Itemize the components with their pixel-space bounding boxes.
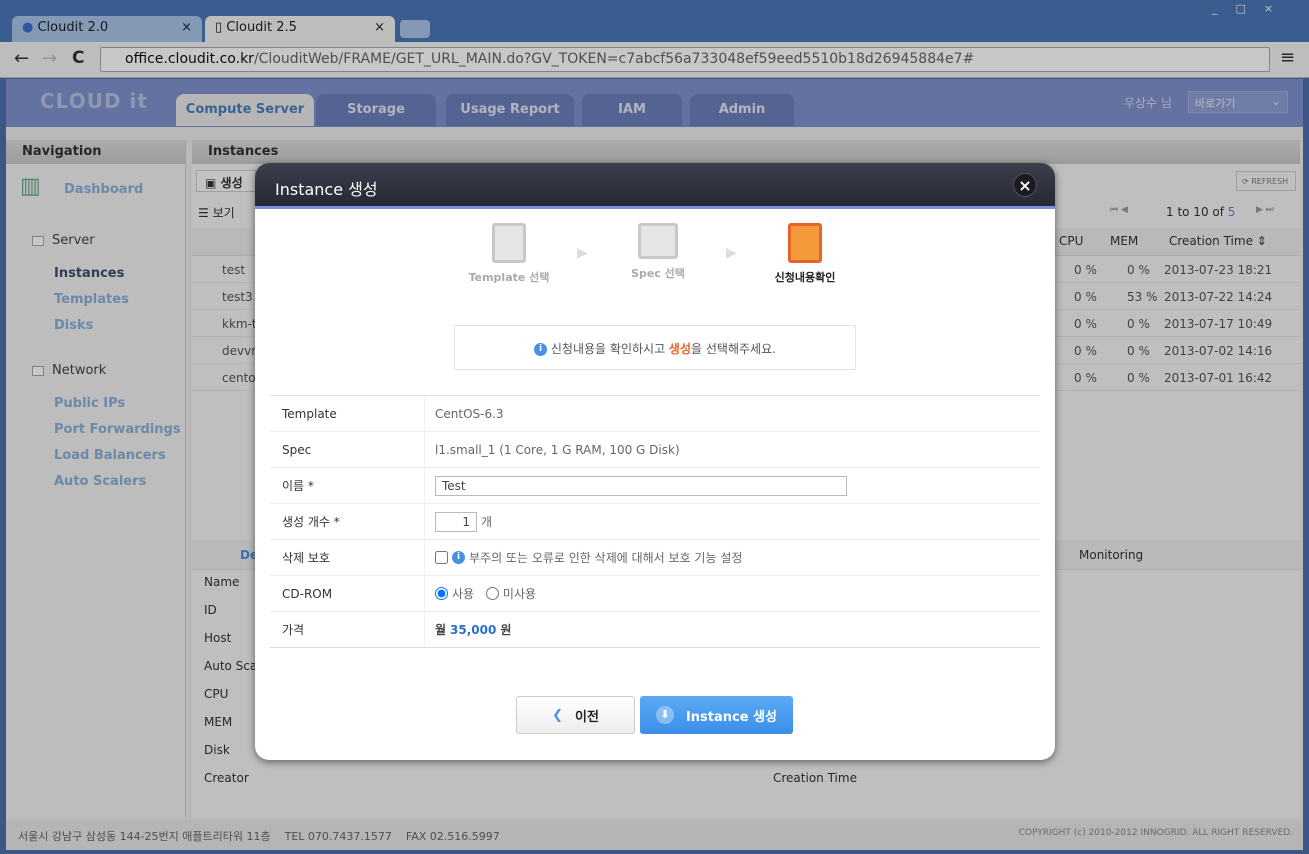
notice-text: 을 선택해주세요. xyxy=(691,342,776,356)
step-confirm-active: 신청내용확인 xyxy=(755,223,855,285)
clipboard-cursor-icon xyxy=(492,223,526,263)
info-icon: i xyxy=(452,551,465,564)
instance-create-dialog: Instance 생성 × Template 선택 ▶ Spec 선택 ▶ 신청내… xyxy=(255,163,1055,760)
step-label: Template 선택 xyxy=(468,271,550,284)
info-icon: i xyxy=(534,343,548,356)
notice-box: i 신청내용을 확인하시고 생성을 선택해주세요. xyxy=(454,325,856,370)
price-value: 35,000 xyxy=(450,622,497,637)
field-label: 이름 * xyxy=(270,468,425,503)
clipboard-list-icon xyxy=(788,223,822,263)
cdrom-use-radio[interactable] xyxy=(435,587,448,600)
template-value: CentOS-6.3 xyxy=(435,406,504,421)
button-label: 이전 xyxy=(574,709,599,725)
dialog-title: Instance 생성 xyxy=(275,180,378,199)
spec-value: l1.small_1 (1 Core, 1 G RAM, 100 G Disk) xyxy=(435,442,680,457)
count-unit: 개 xyxy=(481,515,493,529)
price-unit: 원 xyxy=(500,623,512,637)
confirm-form: Template CentOS-6.3 Spec l1.small_1 (1 Cor… xyxy=(270,395,1040,648)
notice-highlight: 생성 xyxy=(668,342,692,356)
step-spec: Spec 선택 xyxy=(608,223,708,281)
step-arrow-icon: ▶ xyxy=(726,245,737,261)
form-row-spec: Spec l1.small_1 (1 Core, 1 G RAM, 100 G D… xyxy=(270,432,1040,468)
field-label: 가격 xyxy=(270,612,425,647)
step-label: Spec 선택 xyxy=(631,267,685,280)
step-label: 신청내용확인 xyxy=(774,271,836,284)
field-label: 생성 개수 * xyxy=(270,504,425,539)
field-label: 삭제 보호 xyxy=(270,540,425,575)
cdrom-nouse-radio[interactable] xyxy=(485,587,499,600)
form-row-price: 가격 월 35,000 원 xyxy=(270,612,1040,648)
form-row-name: 이름 * xyxy=(270,468,1040,504)
name-input[interactable] xyxy=(435,475,847,496)
form-row-count: 생성 개수 * 개 xyxy=(270,504,1040,540)
button-label: Instance 생성 xyxy=(685,709,778,725)
price-prefix: 월 xyxy=(435,623,447,637)
instance-create-button[interactable]: ⬇ Instance 생성 xyxy=(640,696,793,734)
form-row-protect: 삭제 보호 i 부주의 또는 오류로 인한 삭제에 대해서 보호 기능 설정 xyxy=(270,540,1040,576)
chevron-left-icon: ❮ xyxy=(552,707,563,723)
step-template: Template 선택 xyxy=(459,223,559,285)
protect-text: 부주의 또는 오류로 인한 삭제에 대해서 보호 기능 설정 xyxy=(469,551,743,565)
step-arrow-icon: ▶ xyxy=(577,245,588,261)
field-label: Template xyxy=(270,396,425,431)
dialog-header: Instance 생성 × xyxy=(255,163,1055,209)
count-input[interactable] xyxy=(435,511,477,532)
download-icon: ⬇ xyxy=(655,706,674,724)
field-label: Spec xyxy=(270,432,425,467)
radio-label: 사용 xyxy=(452,587,475,601)
window-cursor-icon xyxy=(638,223,678,259)
field-label: CD-ROM xyxy=(270,576,425,611)
close-button[interactable]: × xyxy=(1013,173,1037,197)
delete-protect-checkbox[interactable] xyxy=(435,551,448,564)
radio-label: 미사용 xyxy=(502,587,537,601)
form-row-cdrom: CD-ROM 사용 미사용 xyxy=(270,576,1040,612)
prev-button[interactable]: ❮ 이전 xyxy=(516,696,635,734)
form-row-template: Template CentOS-6.3 xyxy=(270,396,1040,432)
notice-text: 신청내용을 확인하시고 xyxy=(550,342,669,356)
